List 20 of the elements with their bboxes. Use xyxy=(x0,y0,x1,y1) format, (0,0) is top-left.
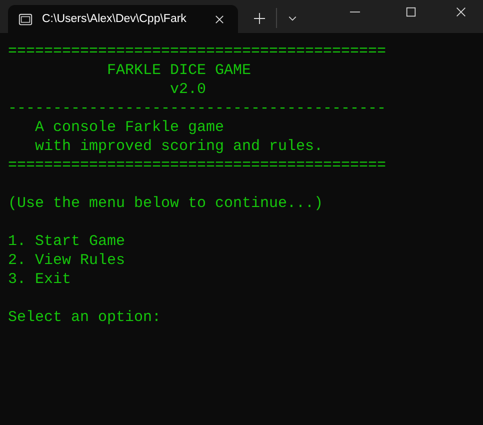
maximize-icon[interactable] xyxy=(406,7,416,17)
close-icon[interactable] xyxy=(456,7,466,17)
console-line: v2.0 xyxy=(169,80,208,99)
console-line: 3. Exit xyxy=(8,270,72,289)
console-line: 1. Start Game xyxy=(8,232,126,251)
terminal-icon xyxy=(18,12,33,26)
console-line: Select an option: xyxy=(8,308,162,327)
terminal-tab[interactable]: C:\Users\Alex\Dev\Cpp\Fark xyxy=(8,5,238,33)
console-line: ========================================== xyxy=(8,156,388,175)
console-line: with improved scoring and rules. xyxy=(34,137,324,156)
console-line: ------------------------------------------ xyxy=(8,99,388,118)
console-line: A console Farkle game xyxy=(34,118,226,137)
console-line: FARKLE DICE GAME xyxy=(106,61,252,80)
close-tab-icon[interactable] xyxy=(215,14,224,24)
console-line: (Use the menu below to continue...) xyxy=(8,194,324,213)
console-line: ========================================== xyxy=(8,42,388,61)
dropdown-icon[interactable] xyxy=(288,16,297,21)
new-tab-icon[interactable] xyxy=(254,13,265,24)
console-line: 2. View Rules xyxy=(8,251,126,270)
tab-title: C:\Users\Alex\Dev\Cpp\Fark xyxy=(42,13,188,25)
